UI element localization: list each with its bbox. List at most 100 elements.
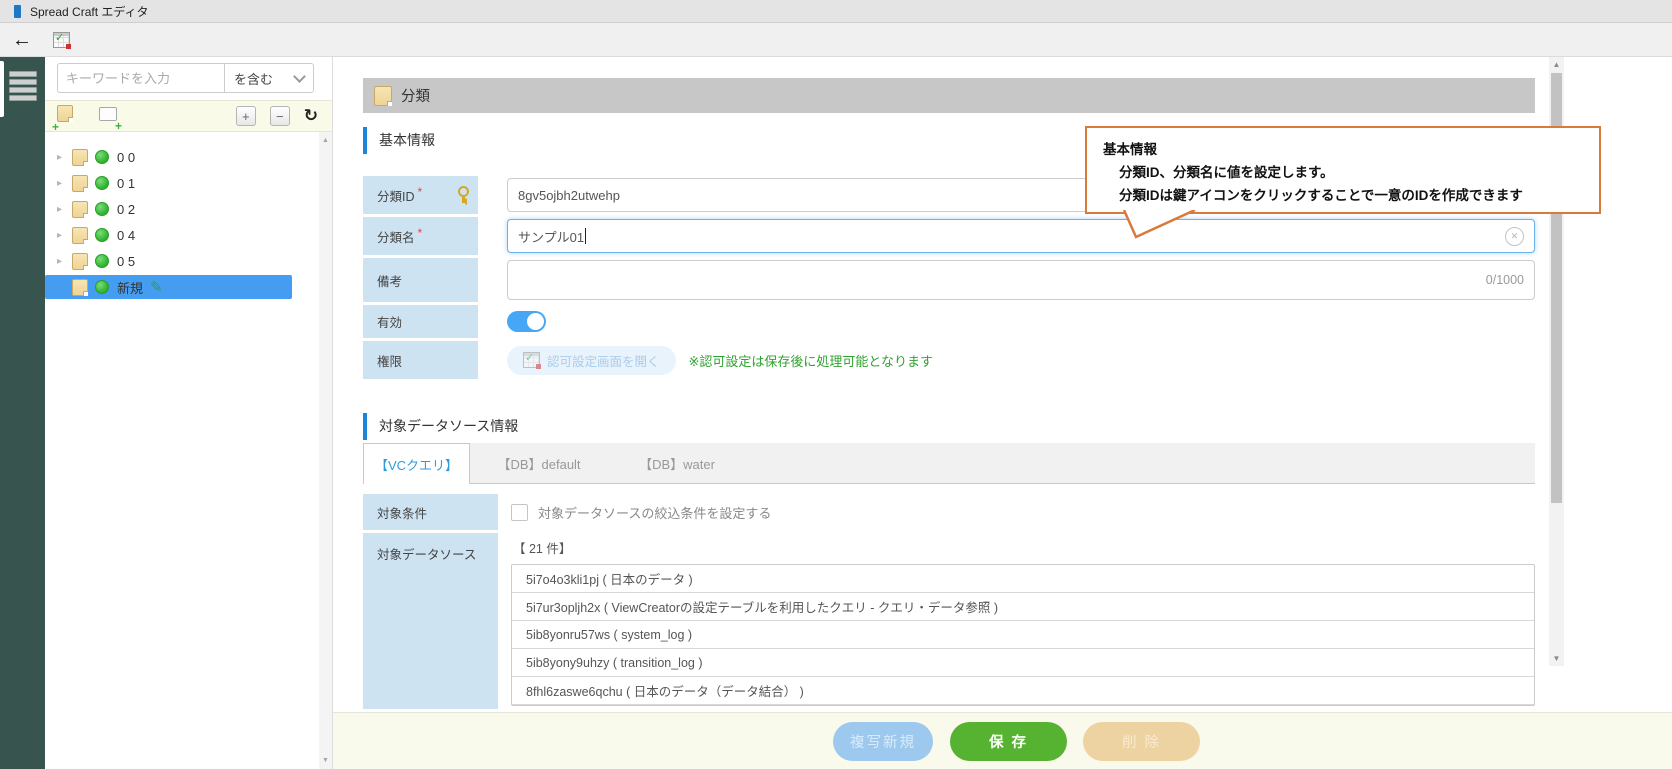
category-tree: ▸ 0 0 ▸ 0 1 ▸ — [45, 132, 319, 769]
text-cursor — [585, 228, 586, 244]
target-datasource-row: 対象データソース 【 21 件】 5i7o4o3kli1pj ( 日本のデータ … — [363, 533, 1535, 709]
tree-item[interactable]: ▸ 0 2 — [45, 196, 292, 222]
category-name-value: サンプル01 — [518, 227, 584, 246]
tree-panel: を含む + + + − ↻ ▸ 0 0 — [45, 56, 333, 769]
tree-item[interactable]: ▸ 0 0 — [45, 144, 292, 170]
datasource-tab[interactable]: 【DB】default — [470, 443, 608, 483]
back-icon[interactable]: ← — [12, 30, 32, 50]
scroll-up-icon[interactable]: ▲ — [319, 134, 332, 147]
callout-title: 基本情報 — [1103, 138, 1583, 161]
copy-new-button[interactable]: 複写新規 — [833, 722, 933, 761]
open-auth-settings-button[interactable]: 認可設定画面を開く — [507, 346, 676, 375]
spreadsheet-icon[interactable] — [53, 32, 70, 48]
status-dot-icon — [95, 176, 109, 190]
scroll-up-icon[interactable]: ▲ — [1549, 57, 1564, 71]
add-folder-icon[interactable]: + — [57, 105, 73, 127]
status-dot-icon — [95, 280, 109, 294]
footer-action-bar: 複写新規 保 存 削 除 — [333, 712, 1672, 769]
tree-item[interactable]: ▸ 0 1 — [45, 170, 292, 196]
remarks-input[interactable]: 0/1000 — [507, 260, 1535, 300]
refresh-icon[interactable]: ↻ — [304, 106, 318, 126]
status-dot-icon — [95, 254, 109, 268]
callout-line: 分類ID、分類名に値を設定します。 — [1103, 161, 1583, 184]
datasource-item[interactable]: 8fhl6zaswe6qchu ( 日本のデータ（データ結合） ) — [512, 677, 1534, 705]
tree-item[interactable]: ▸ 0 4 — [45, 222, 292, 248]
help-callout: 基本情報 分類ID、分類名に値を設定します。 分類IDは鍵アイコンをクリックする… — [1085, 126, 1601, 214]
spreadsheet-icon — [523, 352, 540, 368]
tree-item[interactable]: 新規 — [45, 275, 292, 299]
datasource-count: 【 21 件】 — [513, 538, 1535, 557]
delete-button[interactable]: 削 除 — [1083, 722, 1200, 761]
status-dot-icon — [95, 150, 109, 164]
datasource-tab[interactable]: 【VCクエリ】 — [363, 443, 470, 484]
category-name-label-cell: 分類名 * — [363, 217, 478, 255]
expand-arrow-icon[interactable]: ▸ — [57, 204, 72, 215]
page-title: 分類 — [401, 85, 430, 106]
permission-note: ※認可設定は保存後に処理可能となります — [689, 351, 934, 370]
target-condition-row: 対象条件 対象データソースの絞込条件を設定する — [363, 494, 1535, 530]
required-mark: * — [418, 226, 423, 240]
datasource-item[interactable]: 5ib8yonru57ws ( system_log ) — [512, 621, 1534, 649]
permission-row: 権限 認可設定画面を開く ※認可設定は保存後に処理可能となります — [363, 341, 1535, 379]
datasource-section-header: 対象データソース情報 — [363, 412, 518, 440]
pencil-icon — [150, 280, 163, 295]
app-window: Spread Craft エディタ ← を含む + + + — [0, 0, 1672, 769]
enabled-toggle[interactable] — [507, 311, 546, 332]
tree-item[interactable]: ▸ 0 5 — [45, 248, 292, 274]
status-dot-icon — [95, 228, 109, 242]
datasource-item[interactable]: 5ib8yony9uhzy ( transition_log ) — [512, 649, 1534, 677]
key-icon[interactable] — [456, 186, 469, 204]
tree-search-row: を含む — [57, 63, 314, 93]
category-name-input[interactable]: サンプル01 ✕ — [507, 219, 1535, 253]
menu-icon[interactable] — [9, 71, 37, 101]
main-toolbar: ← — [0, 23, 1672, 57]
expand-all-button[interactable]: + — [236, 106, 256, 126]
clear-icon[interactable]: ✕ — [1505, 227, 1524, 246]
basic-info-section-header: 基本情報 — [363, 126, 435, 154]
main-content: 分類 基本情報 分類ID * 分類名 * — [333, 56, 1549, 769]
folder-icon — [72, 149, 88, 166]
scroll-down-icon[interactable]: ▼ — [319, 754, 332, 767]
tree-toolbar: + + + − ↻ — [45, 100, 332, 132]
section-accent-bar — [363, 127, 367, 154]
tree-item-label: 0 5 — [117, 254, 135, 269]
filter-condition-label: 対象データソースの絞込条件を設定する — [538, 503, 771, 522]
scroll-down-icon[interactable]: ▼ — [1549, 651, 1564, 665]
filter-condition-checkbox[interactable] — [511, 504, 528, 521]
datasource-item[interactable]: 5i7o4o3kli1pj ( 日本のデータ ) — [512, 565, 1534, 593]
expand-arrow-icon[interactable]: ▸ — [57, 178, 72, 189]
tree-item-label: 0 2 — [117, 202, 135, 217]
datasource-item[interactable]: 5i7ur3opljh2x ( ViewCreatorの設定テーブルを利用したク… — [512, 593, 1534, 621]
collapse-all-button[interactable]: − — [270, 106, 290, 126]
folder-icon — [72, 201, 88, 218]
app-logo-icon — [14, 5, 21, 18]
add-node-icon[interactable]: + — [99, 107, 117, 126]
tree-scrollbar[interactable]: ▲ ▼ — [319, 132, 332, 769]
match-mode-select[interactable]: を含む — [224, 63, 314, 93]
folder-icon — [72, 253, 88, 270]
status-dot-icon — [95, 202, 109, 216]
app-titlebar: Spread Craft エディタ — [0, 0, 1672, 23]
datasource-tab[interactable]: 【DB】water — [608, 443, 746, 483]
plus-badge-icon: + — [115, 119, 122, 133]
page-header: 分類 — [363, 78, 1535, 113]
rail-active-tab-indicator — [0, 61, 4, 117]
keyword-search-input[interactable] — [57, 63, 224, 93]
tree-item-label: 0 1 — [117, 176, 135, 191]
expand-arrow-icon[interactable]: ▸ — [57, 230, 72, 241]
save-button[interactable]: 保 存 — [950, 722, 1067, 761]
tree-item-label: 新規 — [117, 278, 143, 297]
folder-icon — [72, 175, 88, 192]
required-mark: * — [418, 185, 423, 199]
folder-icon — [374, 86, 392, 106]
folder-icon — [72, 227, 88, 244]
target-condition-label-cell: 対象条件 — [363, 494, 498, 530]
remarks-label-cell: 備考 — [363, 258, 478, 302]
tree-item-label: 0 0 — [117, 150, 135, 165]
chevron-down-icon — [293, 70, 306, 83]
match-mode-value: を含む — [234, 69, 273, 88]
enabled-row: 有効 — [363, 305, 1535, 338]
expand-arrow-icon[interactable]: ▸ — [57, 256, 72, 267]
expand-arrow-icon[interactable]: ▸ — [57, 152, 72, 163]
datasource-tabs: 【VCクエリ】 【DB】default 【DB】water — [363, 443, 1535, 484]
